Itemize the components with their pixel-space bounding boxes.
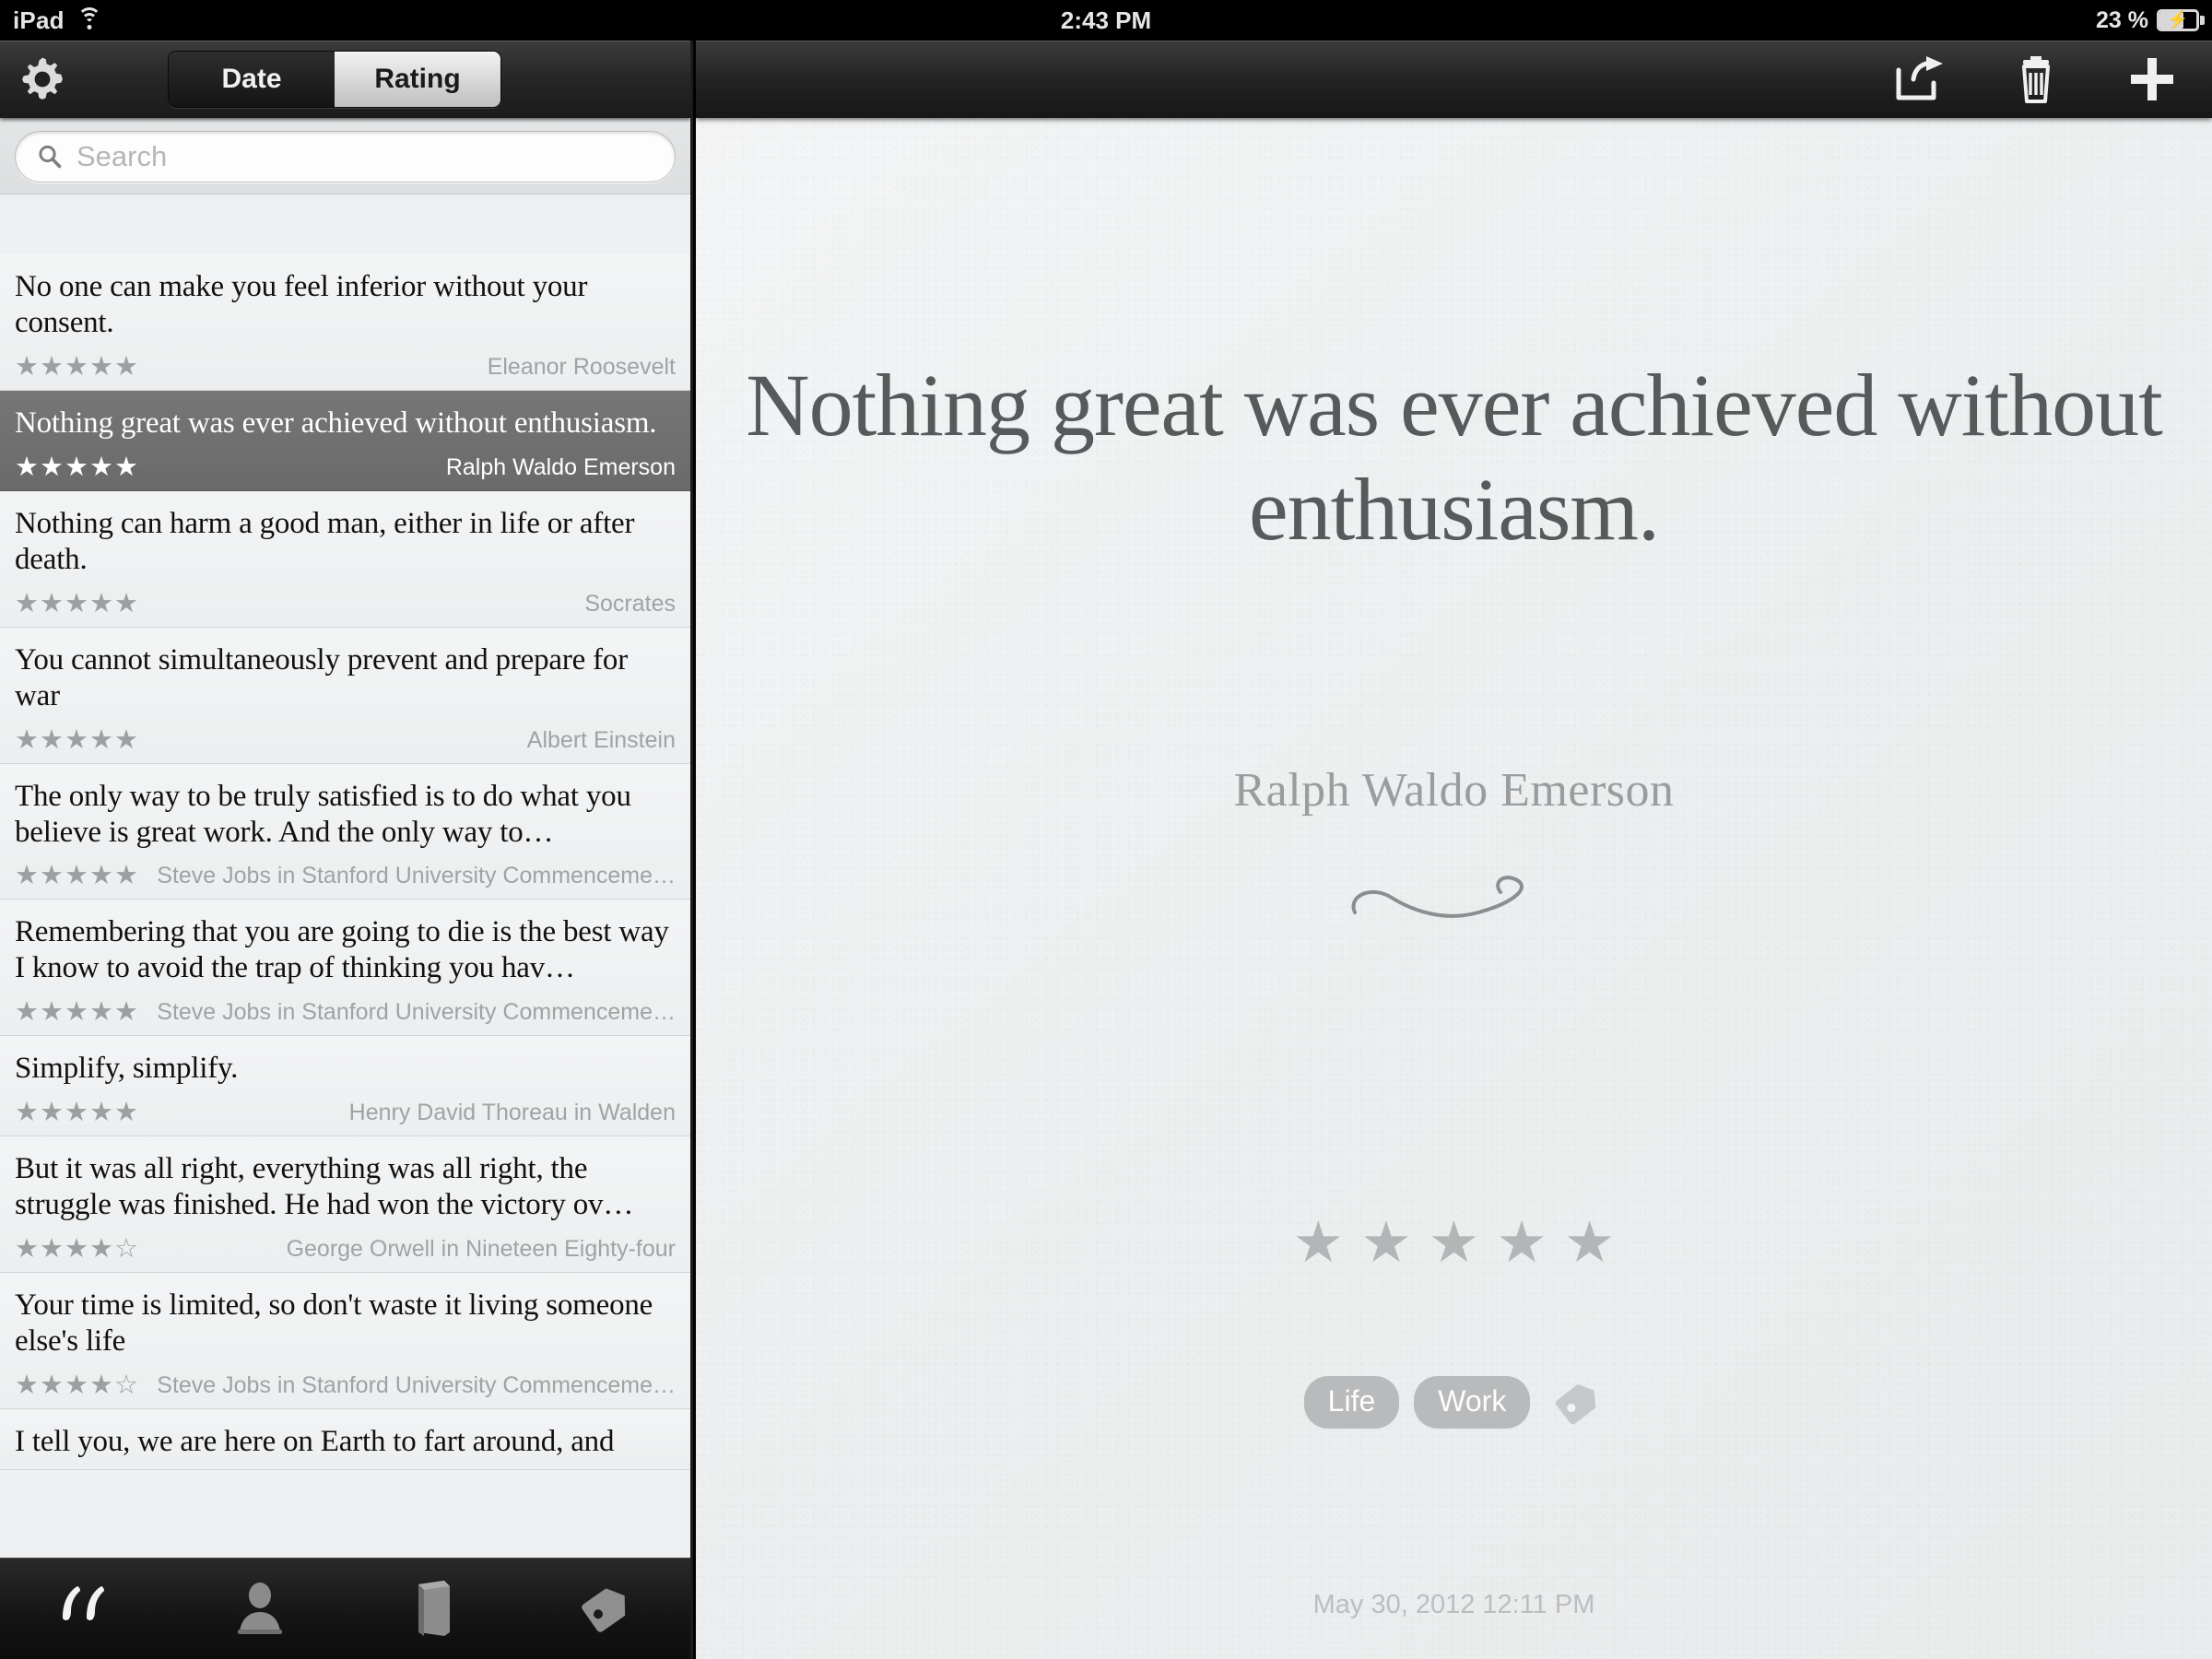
share-icon[interactable] [1891,51,1948,108]
tag-icon [577,1581,636,1636]
quote-text: Your time is limited, so don't waste it … [15,1288,653,1359]
list-item[interactable]: No one can make you feel inferior withou… [0,254,690,391]
detail-pane: Nothing great was ever achieved without … [696,41,2212,1659]
list-item[interactable]: Your time is limited, so don't waste it … [0,1273,690,1409]
quote-meta: ★★★★☆ George Orwell in Nineteen Eighty-f… [15,1236,676,1263]
quote-text: The only way to be truly satisfied is to… [15,779,631,849]
sort-segment-date[interactable]: Date [169,52,335,107]
rating-stars: ★★★★★ [15,1098,139,1128]
quote-author: Eleanor Roosevelt [487,353,676,380]
detail-rating-stars: ★★★★★ [1292,1211,1632,1275]
quote-author: Henry David Thoreau in Walden [348,1100,676,1126]
quote-meta: ★★★★★ Eleanor Roosevelt [15,351,676,382]
detail-tag-row: Life Work [696,1376,2212,1429]
detail-quote-author: Ralph Waldo Emerson [1233,764,1675,817]
quote-author: Steve Jobs in Stanford University Commen… [157,1372,676,1398]
quote-meta: ★★★★★ Henry David Thoreau in Walden [15,1100,676,1126]
list-item[interactable]: Nothing great was ever achieved without … [0,390,690,491]
detail-date: May 30, 2012 12:11 PM [1312,1590,1595,1619]
tab-books[interactable] [378,1572,488,1644]
tab-authors[interactable] [205,1572,315,1644]
rating-stars: ★★★★☆ [15,1234,139,1265]
quote-author: Steve Jobs in Stanford University Commen… [157,863,676,889]
quote-text: I tell you, we are here on Earth to fart… [15,1425,615,1458]
quote-text: But it was all right, everything was all… [15,1152,634,1222]
quote-marks-icon [57,1583,116,1634]
rating-stars: ★★★★★ [15,861,139,891]
quote-text: Nothing can harm a good man, either in l… [15,506,635,576]
quote-detail-body: Nothing great was ever achieved without … [696,118,2212,1659]
quote-meta: ★★★★☆ Steve Jobs in Stanford University … [15,1372,676,1399]
quote-text: You cannot simultaneously prevent and pr… [15,642,629,712]
search-icon [36,143,64,171]
rating-stars: ★★★★★ [15,588,139,618]
quote-author: Socrates [584,590,676,617]
status-bar-right: 23 % ⚡ [2096,6,2205,34]
flourish-ornament [696,865,2212,929]
rating-stars: ★★★★★ [15,452,139,482]
ipad-quotes-app: iPad 2:43 PM 23 % ⚡ Date Rating Search N… [0,0,2212,1659]
rating-stars: ★★★★★ [15,351,139,382]
tab-tags[interactable] [551,1572,662,1644]
quote-author: Ralph Waldo Emerson [445,453,676,480]
list-item[interactable]: The only way to be truly satisfied is to… [0,763,690,900]
list-item[interactable]: Nothing can harm a good man, either in l… [0,490,690,628]
list-item[interactable]: I tell you, we are here on Earth to fart… [0,1409,690,1470]
quote-text: No one can make you feel inferior withou… [15,270,588,339]
quote-meta: ★★★★★ Steve Jobs in Stanford University … [15,999,676,1026]
quote-author: George Orwell in Nineteen Eighty-four [286,1236,676,1263]
quote-author: Steve Jobs in Stanford University Commen… [157,999,676,1026]
quote-meta: ★★★★★ Socrates [15,588,676,618]
status-bar-clock: 2:43 PM [1060,6,1152,34]
tag-chip-work[interactable]: Work [1414,1376,1531,1429]
battery-charging-icon: ⚡ [2157,9,2205,31]
battery-percent: 23 % [2096,6,2148,33]
search-input[interactable] [76,133,653,181]
rating-stars: ★★★★★ [15,997,139,1028]
sidebar: Date Rating No one can make you feel inf… [0,41,693,1659]
quote-text: Simplify, simplify. [15,1052,239,1086]
sort-segment-rating[interactable]: Rating [335,52,500,107]
gear-icon[interactable] [17,53,68,105]
quote-meta: ★★★★★ Steve Jobs in Stanford University … [15,863,676,889]
search-box[interactable] [15,131,676,182]
plus-icon[interactable] [2124,51,2181,108]
tab-bar [0,1558,690,1659]
detail-quote-text: Nothing great was ever achieved without … [746,356,2162,559]
person-icon [232,1580,288,1637]
quote-text: Nothing great was ever achieved without … [15,406,657,440]
rating-stars: ★★★★☆ [15,1371,139,1400]
detail-toolbar [696,41,2212,118]
tab-quotes[interactable] [31,1572,142,1644]
list-item[interactable]: But it was all right, everything was all… [0,1136,690,1274]
tag-chip-life[interactable]: Life [1303,1376,1400,1429]
trash-icon[interactable] [2007,51,2065,108]
list-item[interactable]: Remembering that you are going to die is… [0,900,690,1037]
status-bar: iPad 2:43 PM 23 % ⚡ [0,0,2212,41]
quote-author: Albert Einstein [526,726,676,753]
tag-icon[interactable] [1552,1377,1604,1429]
rating-stars: ★★★★★ [15,724,139,755]
quote-list[interactable]: No one can make you feel inferior withou… [0,254,690,1558]
quote-meta: ★★★★★ Albert Einstein [15,724,676,755]
list-item[interactable]: You cannot simultaneously prevent and pr… [0,627,690,764]
quote-text: Remembering that you are going to die is… [15,915,669,985]
book-icon [407,1579,459,1638]
sort-segmented-control[interactable]: Date Rating [168,51,501,108]
sidebar-toolbar: Date Rating [0,41,690,118]
quote-meta: ★★★★★ Ralph Waldo Emerson [15,452,676,482]
search-bar-container [0,118,690,194]
list-item[interactable]: Simplify, simplify. ★★★★★ Henry David Th… [0,1036,690,1137]
